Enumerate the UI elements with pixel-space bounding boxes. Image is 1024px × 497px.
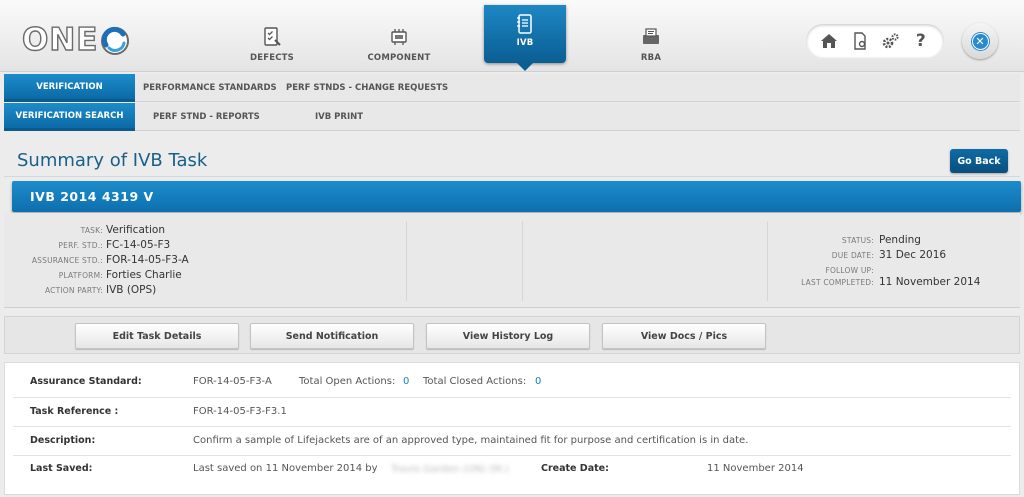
task-reference-label: Task Reference : <box>30 406 119 417</box>
subnav-secondary: VERIFICATION SEARCH PERF STND - REPORTS … <box>4 103 1020 131</box>
column-divider <box>522 221 523 301</box>
detail-row-task-reference: Task Reference : FOR-14-05-F3-F3.1 <box>13 398 1011 427</box>
open-actions-count[interactable]: 0 <box>403 376 409 387</box>
nav-ivb-label: IVB <box>516 38 534 48</box>
defects-icon <box>264 27 281 46</box>
detail-row-assurance: Assurance Standard: FOR-14-05-F3-A Total… <box>13 363 1011 398</box>
title-divider <box>4 176 1020 177</box>
nav-active-pointer <box>517 63 533 71</box>
tab-ivb-print[interactable]: IVB PRINT <box>315 103 363 131</box>
closed-actions-count[interactable]: 0 <box>535 376 541 387</box>
assurance-standard-label: Assurance Standard: <box>30 376 142 387</box>
tab-verification[interactable]: VERIFICATION <box>4 74 135 102</box>
detail-row-description: Description: Confirm a sample of Lifejac… <box>13 427 1011 456</box>
tab-perf-stnds-change-requests[interactable]: PERF STNDS - CHANGE REQUESTS <box>286 74 448 102</box>
info-label-task: TASK: <box>80 226 103 235</box>
assurance-standard-value: FOR-14-05-F3-A <box>193 376 272 387</box>
info-label-perf-std: PERF. STD.: <box>58 241 103 250</box>
create-date-label: Create Date: <box>541 463 609 474</box>
tab-perf-stnd-reports[interactable]: PERF STND - REPORTS <box>153 103 260 131</box>
nav-component-label: COMPONENT <box>367 53 431 63</box>
nav-defects[interactable]: DEFECTS <box>230 0 314 70</box>
logo-swirl-icon <box>101 26 130 55</box>
go-back-button[interactable]: Go Back <box>950 149 1008 173</box>
document-settings-icon[interactable] <box>850 31 870 51</box>
last-saved-user: Travis Garden (ON) (M.) <box>391 464 509 475</box>
one-logo[interactable]: ONE <box>21 21 131 59</box>
info-label-platform: PLATFORM: <box>58 271 103 280</box>
utility-bar: ? <box>806 24 944 58</box>
rba-icon <box>643 28 659 44</box>
info-label-last-completed: LAST COMPLETED: <box>801 278 874 287</box>
close-button[interactable]: ✕ <box>962 23 998 59</box>
action-button-bar: Edit Task Details Send Notification View… <box>4 316 1020 354</box>
ivb-icon <box>517 14 532 34</box>
record-title: IVB 2014 4319 V <box>30 189 154 204</box>
nav-rba[interactable]: RBA <box>610 0 692 70</box>
last-saved-label: Last Saved: <box>30 463 93 474</box>
open-actions-label: Total Open Actions: <box>299 376 396 387</box>
last-saved-value: Last saved on 11 November 2014 by <box>193 463 378 474</box>
column-divider <box>406 221 407 301</box>
component-icon <box>391 29 407 45</box>
nav-defects-label: DEFECTS <box>249 53 295 63</box>
create-date-value: 11 November 2014 <box>707 463 804 474</box>
nav-rba-label: RBA <box>640 53 662 63</box>
nav-ivb[interactable]: IVB <box>484 5 566 71</box>
tab-verification-search[interactable]: VERIFICATION SEARCH <box>4 103 135 131</box>
task-info-panel: TASK: Verification PERF. STD.: FC-14-05-… <box>4 213 1020 308</box>
view-docs-pics-button[interactable]: View Docs / Pics <box>602 323 766 349</box>
gears-icon[interactable] <box>880 31 900 51</box>
tab-performance-standards[interactable]: PERFORMANCE STANDARDS <box>143 74 277 102</box>
task-reference-value: FOR-14-05-F3-F3.1 <box>193 406 287 417</box>
description-value: Confirm a sample of Lifejackets are of a… <box>193 435 749 446</box>
nav-component[interactable]: COMPONENT <box>355 0 443 70</box>
info-label-action-party: ACTION PARTY: <box>44 286 103 295</box>
column-divider <box>767 221 768 301</box>
subnav-primary: VERIFICATION PERFORMANCE STANDARDS PERF … <box>4 74 1020 102</box>
top-header: ONE DEFECTS COMPONENT IVB RBA ? ✕ <box>0 0 1024 72</box>
record-header-bar: IVB 2014 4319 V <box>12 181 1021 212</box>
info-label-assurance-std: ASSURANCE STD.: <box>31 256 103 265</box>
send-notification-button[interactable]: Send Notification <box>250 323 414 349</box>
info-label-due-date: DUE DATE: <box>831 251 874 260</box>
task-detail-panel: Assurance Standard: FOR-14-05-F3-A Total… <box>4 362 1020 495</box>
edit-task-details-button[interactable]: Edit Task Details <box>75 323 239 349</box>
logo-text: ONE <box>21 21 99 58</box>
help-icon[interactable]: ? <box>911 31 931 51</box>
info-label-status: STATUS: <box>841 236 874 245</box>
page-title: Summary of IVB Task <box>17 150 208 171</box>
description-label: Description: <box>30 435 96 446</box>
view-history-log-button[interactable]: View History Log <box>426 323 590 349</box>
home-icon[interactable] <box>819 31 839 51</box>
detail-row-last-saved: Last Saved: Last saved on 11 November 20… <box>13 456 1011 494</box>
close-icon: ✕ <box>971 32 989 50</box>
closed-actions-label: Total Closed Actions: <box>423 376 527 387</box>
